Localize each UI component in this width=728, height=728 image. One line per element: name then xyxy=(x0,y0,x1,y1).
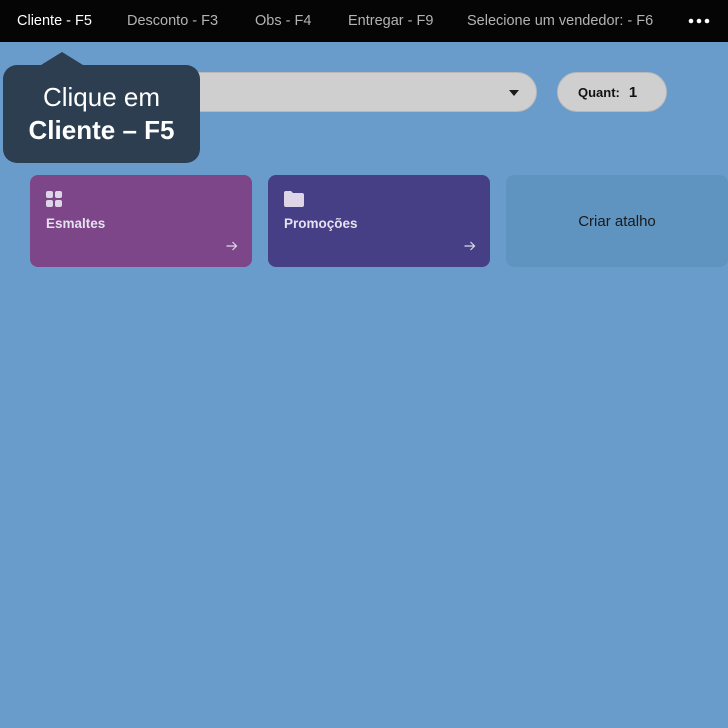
arrow-right-icon xyxy=(464,241,476,251)
top-menu-bar: Cliente - F5 Desconto - F3 Obs - F4 Entr… xyxy=(0,0,728,42)
quantity-value[interactable]: 1 xyxy=(629,84,637,101)
folder-icon xyxy=(284,191,304,207)
shortcut-card-esmaltes[interactable]: Esmaltes xyxy=(30,175,252,267)
tooltip-arrow xyxy=(41,52,83,65)
shortcut-label: Esmaltes xyxy=(46,216,106,231)
grid-icon xyxy=(46,191,62,207)
onboarding-tooltip: Clique em Cliente – F5 xyxy=(3,52,200,163)
quantity-field[interactable]: Quant: 1 xyxy=(557,72,667,112)
shortcut-card-promocoes[interactable]: Promoções xyxy=(268,175,490,267)
tab-obs[interactable]: Obs - F4 xyxy=(255,0,311,42)
tab-selecione-vendedor[interactable]: Selecione um vendedor: - F6 xyxy=(467,0,653,42)
shortcut-label: Promoções xyxy=(284,216,358,231)
tab-cliente[interactable]: Cliente - F5 xyxy=(17,0,92,42)
tab-entregar[interactable]: Entregar - F9 xyxy=(348,0,433,42)
create-shortcut-label: Criar atalho xyxy=(578,212,656,230)
more-horizontal-icon xyxy=(688,18,710,24)
create-shortcut-button[interactable]: Criar atalho xyxy=(506,175,728,267)
tab-desconto[interactable]: Desconto - F3 xyxy=(127,0,218,42)
tooltip-text-line2: Cliente – F5 xyxy=(28,115,175,145)
more-button[interactable] xyxy=(686,0,712,42)
caret-down-icon xyxy=(509,90,519,96)
tooltip-text-line1: Clique em xyxy=(42,82,161,112)
quantity-label: Quant: xyxy=(578,84,620,100)
arrow-right-icon xyxy=(226,241,238,251)
